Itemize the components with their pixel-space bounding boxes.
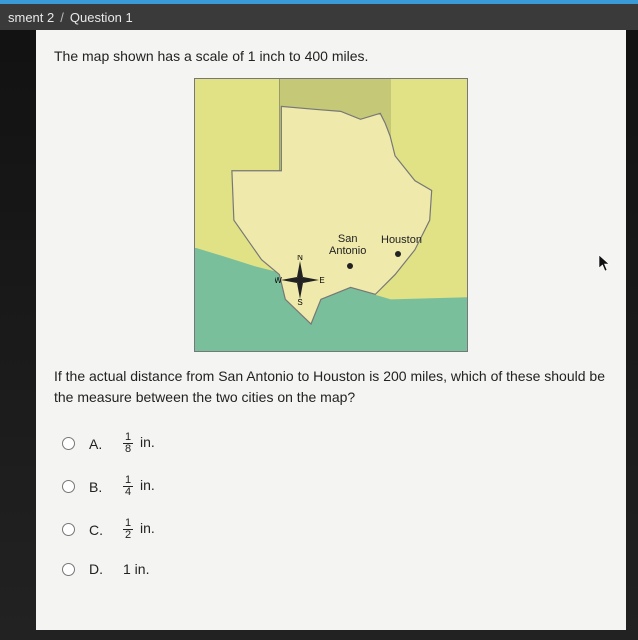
- compass-rose: N E S W: [275, 255, 325, 305]
- city-dot-san-antonio: [347, 263, 353, 269]
- radio-icon[interactable]: [62, 563, 75, 576]
- answer-option-b[interactable]: B. 1 4 in.: [54, 465, 608, 508]
- answer-letter: C.: [89, 522, 109, 538]
- radio-icon[interactable]: [62, 437, 75, 450]
- map-image: San Antonio Houston N E S: [194, 78, 468, 352]
- breadcrumb-question: Question 1: [70, 10, 133, 25]
- map-container: San Antonio Houston N E S: [54, 78, 608, 352]
- answer-letter: B.: [89, 479, 109, 495]
- fraction: 1 8: [123, 432, 133, 455]
- answer-letter: A.: [89, 436, 109, 452]
- compass-n: N: [297, 255, 303, 262]
- city-label-san-antonio: San Antonio: [329, 233, 366, 257]
- answer-option-d[interactable]: D. 1 in.: [54, 551, 608, 587]
- compass-e: E: [319, 276, 324, 285]
- question-body: If the actual distance from San Antonio …: [54, 366, 608, 408]
- fraction: 1 4: [123, 475, 133, 498]
- texas-shape: [222, 101, 440, 329]
- question-panel: The map shown has a scale of 1 inch to 4…: [36, 30, 626, 630]
- answer-value: 1 8 in.: [123, 432, 155, 455]
- city-san-antonio-line2: Antonio: [329, 245, 366, 257]
- answer-option-a[interactable]: A. 1 8 in.: [54, 422, 608, 465]
- radio-icon[interactable]: [62, 523, 75, 536]
- city-san-antonio-line1: San: [338, 233, 358, 245]
- breadcrumb-assessment: sment 2: [8, 10, 54, 25]
- compass-w: W: [275, 276, 282, 285]
- breadcrumb: sment 2 / Question 1: [0, 4, 638, 30]
- city-label-houston: Houston: [381, 234, 422, 246]
- answer-list: A. 1 8 in. B. 1 4 in.: [54, 422, 608, 587]
- answer-value: 1 in.: [123, 561, 149, 577]
- city-dot-houston: [395, 251, 401, 257]
- answer-option-c[interactable]: C. 1 2 in.: [54, 508, 608, 551]
- answer-value: 1 4 in.: [123, 475, 155, 498]
- fraction: 1 2: [123, 518, 133, 541]
- breadcrumb-separator: /: [60, 10, 64, 25]
- answer-value: 1 2 in.: [123, 518, 155, 541]
- question-intro: The map shown has a scale of 1 inch to 4…: [54, 48, 608, 64]
- radio-icon[interactable]: [62, 480, 75, 493]
- desktop-frame: sment 2 / Question 1 The map shown has a…: [0, 0, 638, 640]
- answer-letter: D.: [89, 561, 109, 577]
- compass-s: S: [297, 298, 302, 305]
